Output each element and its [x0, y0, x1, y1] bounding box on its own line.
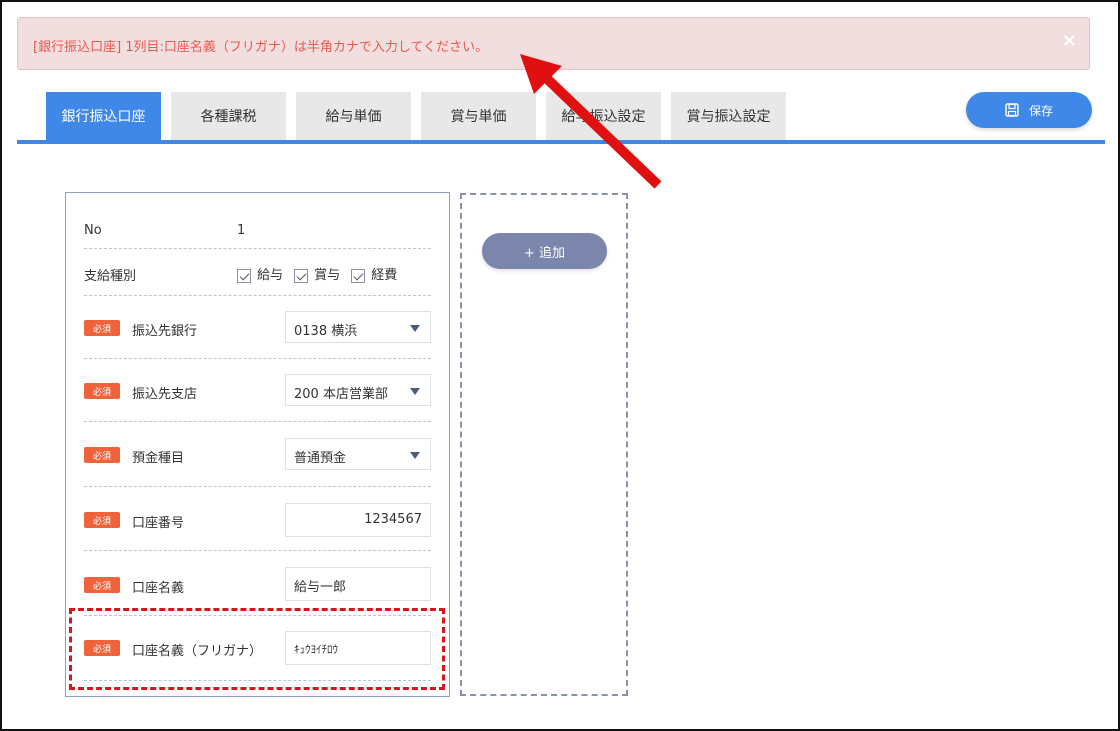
tab-bonus-transfer[interactable]: 賞与振込設定	[671, 92, 786, 140]
row-account-name: 必須 口座名義 給与一郎	[84, 551, 431, 616]
bank-select[interactable]: 0138 横浜	[285, 311, 431, 343]
chevron-down-icon	[410, 452, 420, 459]
checkbox-check-icon	[237, 268, 251, 283]
row-branch: 必須 振込先支店 200 本店営業部	[84, 359, 431, 422]
checkbox-bonus-label: 賞与	[314, 268, 341, 283]
required-badge: 必須	[84, 512, 120, 528]
row-account-type: 必須 預金種目 普通預金	[84, 422, 431, 487]
bank-value: 0138 横浜	[294, 324, 358, 339]
tab-taxes[interactable]: 各種課税	[171, 92, 286, 140]
error-message: [銀行振込口座] 1列目:口座名義（フリガナ）は半角カナで入力してください。	[33, 40, 489, 55]
bank-label: 振込先銀行	[132, 324, 198, 339]
close-icon[interactable]: ×	[1062, 31, 1077, 51]
required-badge: 必須	[84, 447, 120, 463]
checkbox-check-icon	[351, 268, 366, 283]
row-bank: 必須 振込先銀行 0138 横浜	[84, 296, 431, 359]
row-payment-type: 支給種別 給与 賞与 経費	[84, 249, 431, 296]
add-button[interactable]: + 追加	[482, 233, 607, 269]
chevron-down-icon	[410, 388, 420, 395]
checkbox-expense-label: 経費	[371, 268, 398, 283]
payment-type-label: 支給種別	[84, 269, 137, 284]
tab-bank-account[interactable]: 銀行振込口座	[46, 92, 161, 140]
checkbox-salary[interactable]: 給与	[237, 264, 283, 283]
account-type-select[interactable]: 普通預金	[285, 438, 431, 470]
annotation-highlight-box	[69, 608, 445, 690]
save-icon	[1005, 103, 1019, 117]
account-number-input[interactable]: 1234567	[285, 503, 431, 537]
branch-value: 200 本店営業部	[294, 387, 388, 402]
add-column-area: + 追加	[460, 193, 628, 696]
chevron-down-icon	[410, 325, 420, 332]
account-number-value: 1234567	[364, 512, 422, 527]
branch-label: 振込先支店	[132, 387, 198, 402]
no-label: No	[84, 223, 102, 238]
checkbox-bonus[interactable]: 賞与	[294, 264, 340, 283]
account-name-input[interactable]: 給与一郎	[285, 567, 431, 601]
window-frame: [銀行振込口座] 1列目:口座名義（フリガナ）は半角カナで入力してください。 ×…	[0, 0, 1120, 731]
tab-salary-rate[interactable]: 給与単価	[296, 92, 411, 140]
account-type-label: 預金種目	[132, 451, 185, 466]
branch-select[interactable]: 200 本店営業部	[285, 374, 431, 406]
payment-type-checkboxes: 給与 賞与 経費	[237, 263, 403, 283]
checkbox-expense[interactable]: 経費	[351, 264, 397, 283]
account-number-label: 口座番号	[132, 516, 185, 531]
account-name-label: 口座名義	[132, 581, 185, 596]
checkbox-salary-label: 給与	[257, 268, 284, 283]
save-button[interactable]: 保存	[966, 92, 1092, 128]
required-badge: 必須	[84, 320, 120, 336]
row-no: No 1	[84, 193, 431, 249]
account-type-value: 普通預金	[294, 451, 347, 466]
account-name-value: 給与一郎	[294, 580, 347, 595]
row-account-number: 必須 口座番号 1234567	[84, 487, 431, 551]
no-value: 1	[237, 223, 246, 238]
checkbox-check-icon	[294, 268, 309, 283]
save-label: 保存	[1028, 103, 1053, 118]
annotation-arrow-icon	[520, 54, 662, 189]
required-badge: 必須	[84, 577, 120, 593]
required-badge: 必須	[84, 383, 120, 399]
